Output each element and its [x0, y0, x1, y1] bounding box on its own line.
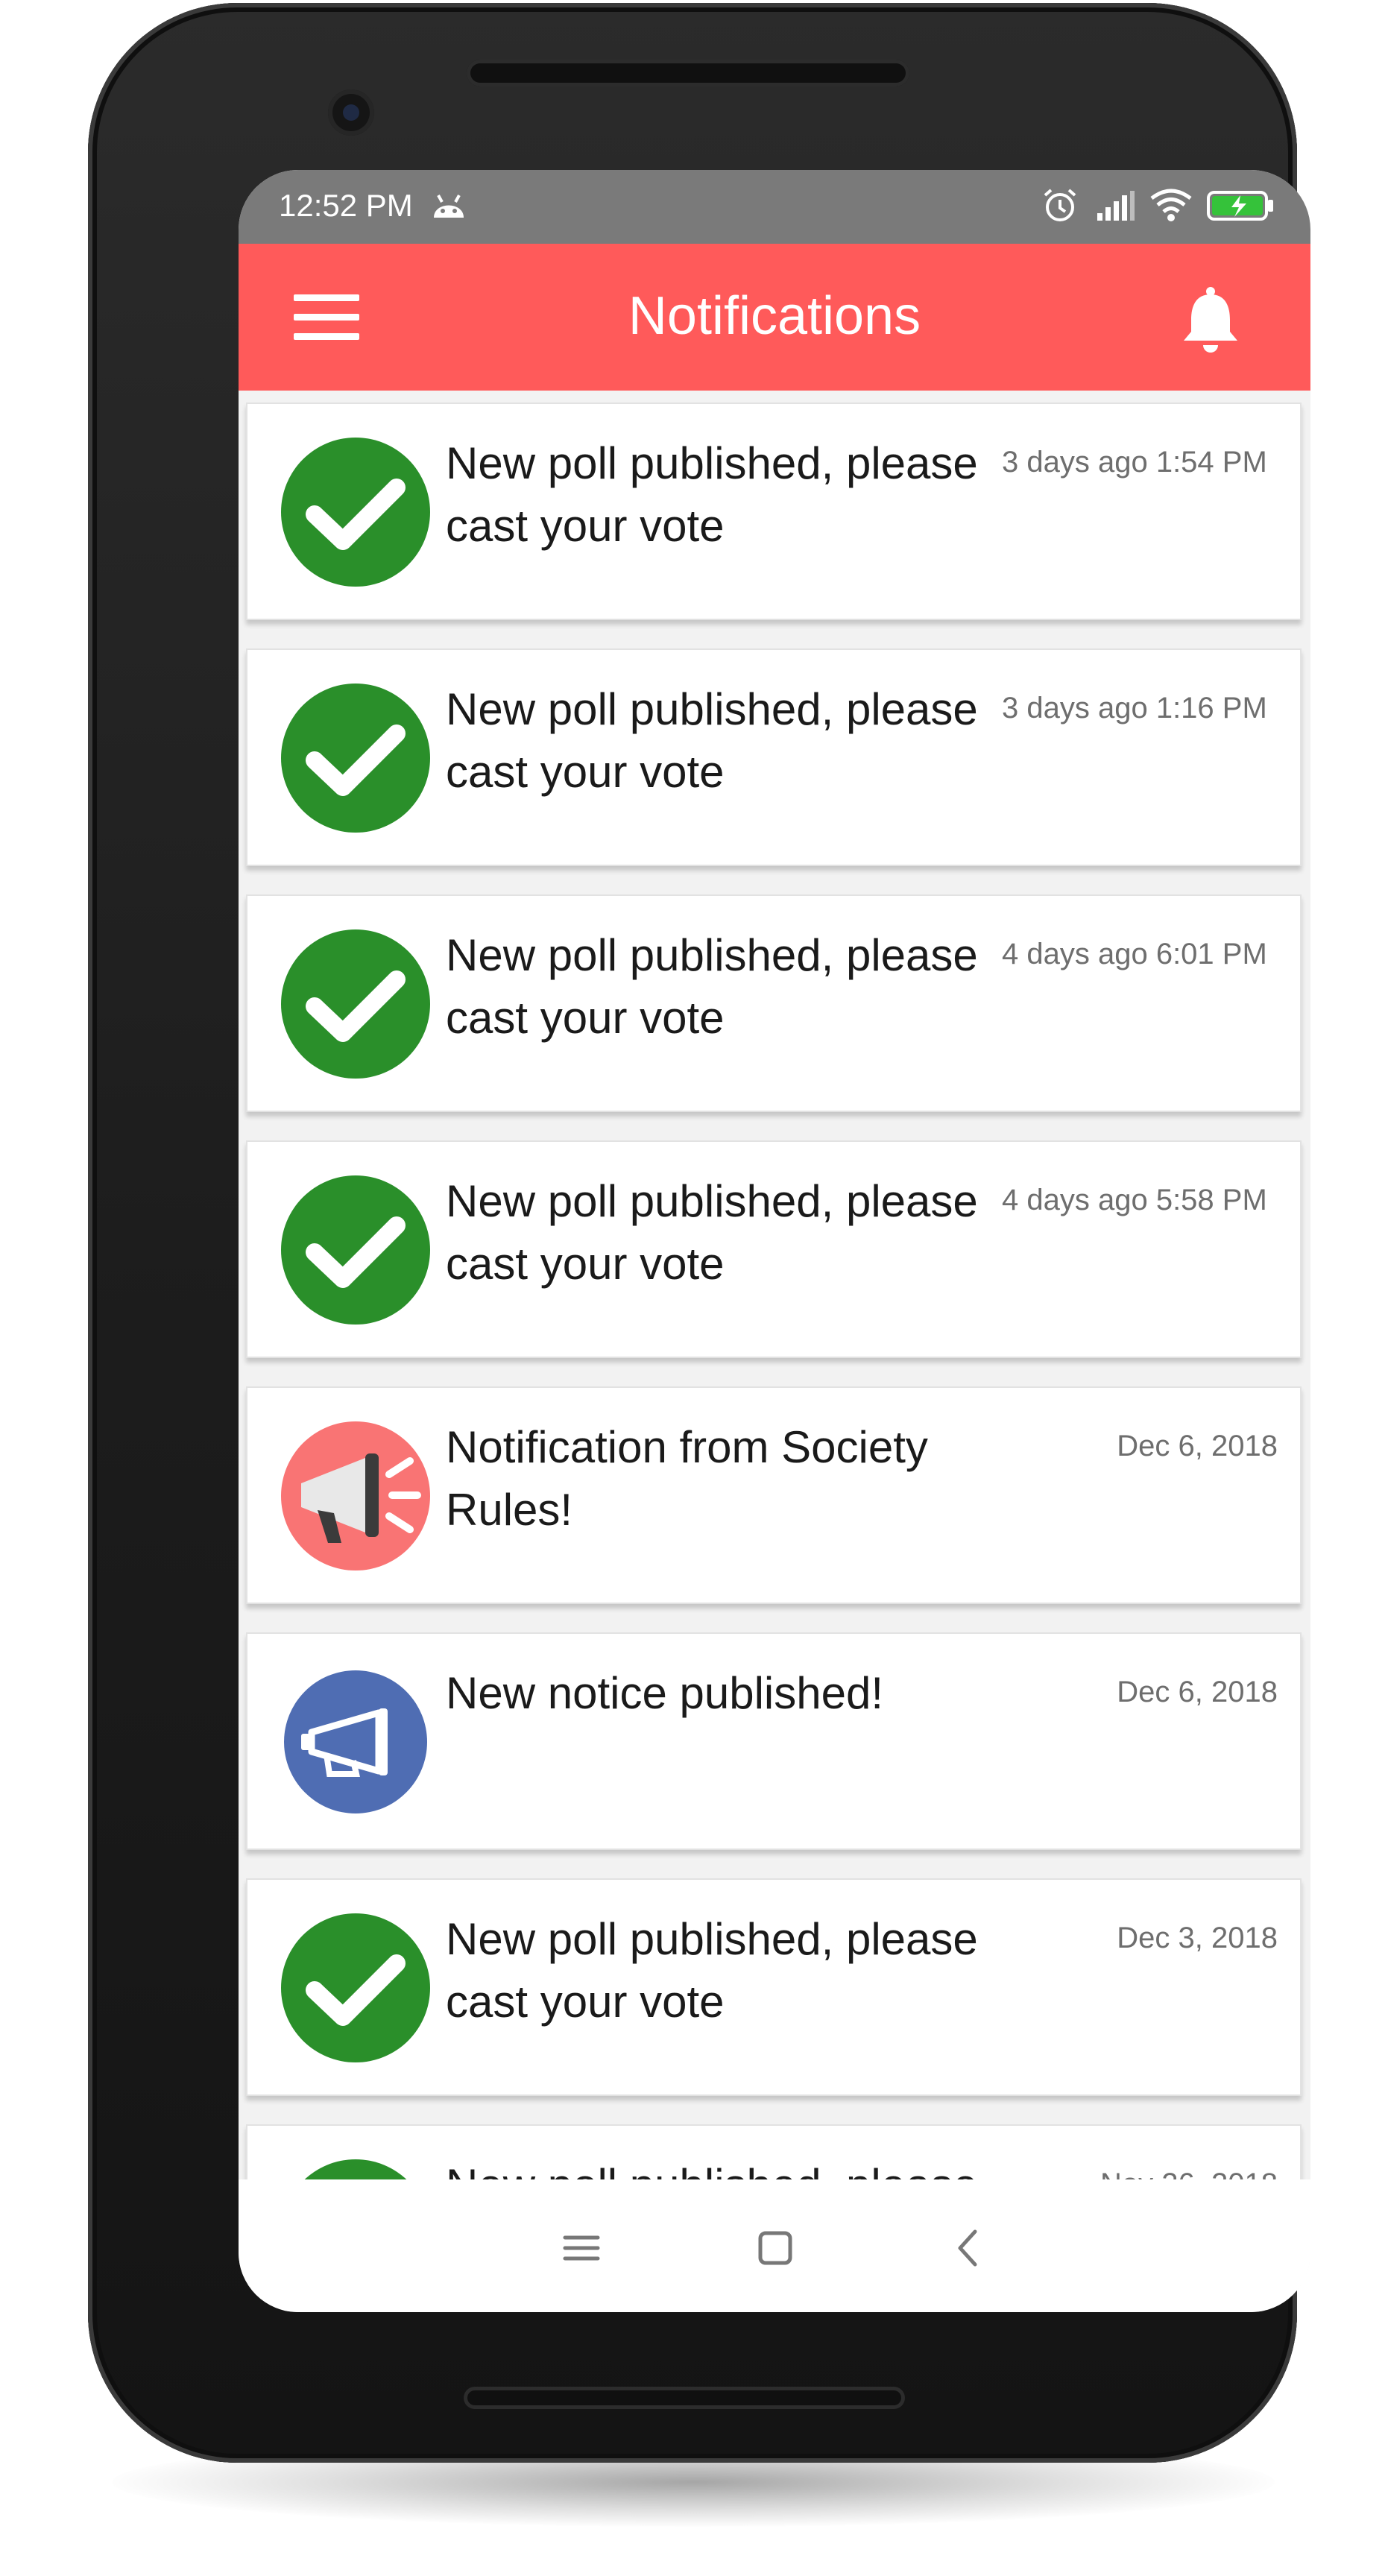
notification-message: New poll published, please — [446, 2154, 1057, 2179]
notification-time: Dec 6, 2018 — [1117, 1430, 1278, 1462]
check-circle-icon — [304, 2159, 407, 2179]
back-chevron-icon[interactable] — [939, 2218, 999, 2278]
megaphone-icon — [281, 1421, 430, 1570]
notification-time: 3 days ago 1:54 PM — [1002, 446, 1267, 479]
status-time: 12:52 PM — [279, 188, 413, 223]
check-circle-icon — [281, 929, 430, 1079]
wifi-icon — [1150, 189, 1192, 221]
notification-card[interactable]: Notification from Society Rules! Dec 6, … — [246, 1386, 1302, 1604]
phone-frame: 12:52 PM Notifications New poll publishe… — [88, 3, 1310, 2463]
page-title: Notifications — [628, 286, 921, 346]
front-camera — [328, 89, 374, 136]
notification-time: Dec 6, 2018 — [1117, 1676, 1278, 1708]
notification-list[interactable]: New poll published, please cast your vot… — [239, 391, 1310, 2179]
navigation-bar — [239, 2179, 1310, 2312]
notification-message: New poll published, please cast your vot… — [446, 684, 978, 797]
android-debug-icon — [434, 195, 464, 218]
notification-message: Notification from Society Rules! — [446, 1422, 928, 1535]
notification-card[interactable]: New poll published, please cast your vot… — [246, 648, 1302, 866]
bullhorn-icon — [284, 1670, 427, 1813]
home-square-icon[interactable] — [745, 2218, 805, 2278]
recents-menu-icon[interactable] — [552, 2218, 611, 2278]
notification-card[interactable]: New poll published, please Nov 26, 2018 — [246, 2124, 1302, 2179]
notification-time: 4 days ago 6:01 PM — [1002, 938, 1267, 970]
notification-card[interactable]: New poll published, please cast your vot… — [246, 894, 1302, 1112]
check-circle-icon — [281, 1175, 430, 1325]
app-bar: Notifications — [239, 244, 1310, 391]
notification-message: New poll published, please cast your vot… — [446, 930, 978, 1043]
notification-card[interactable]: New poll published, please cast your vot… — [246, 402, 1302, 620]
status-bar: 12:52 PM — [239, 170, 1310, 244]
bottom-speaker — [464, 2387, 905, 2409]
notification-time: 4 days ago 5:58 PM — [1002, 1184, 1267, 1216]
notification-time: 3 days ago 1:16 PM — [1002, 692, 1267, 724]
battery-charging-icon — [1207, 191, 1273, 221]
notification-message: New notice published! — [446, 1668, 884, 1718]
notification-card[interactable]: New notice published! Dec 6, 2018 — [246, 1632, 1302, 1850]
notification-time: Dec 3, 2018 — [1117, 1922, 1278, 1954]
top-speaker — [467, 60, 909, 86]
notification-card[interactable]: New poll published, please cast your vot… — [246, 1878, 1302, 2096]
bell-icon[interactable] — [1181, 285, 1240, 354]
notification-message: New poll published, please cast your vot… — [446, 1914, 978, 2027]
notification-message: New poll published, please cast your vot… — [446, 1176, 978, 1289]
phone-screen: 12:52 PM Notifications New poll publishe… — [239, 170, 1310, 2312]
check-circle-icon — [281, 1913, 430, 2062]
notification-card[interactable]: New poll published, please cast your vot… — [246, 1140, 1302, 1358]
alarm-icon — [1044, 189, 1076, 221]
check-circle-icon — [281, 438, 430, 587]
notification-message: New poll published, please cast your vot… — [446, 438, 978, 551]
check-circle-icon — [281, 684, 430, 833]
notification-time: Nov 26, 2018 — [1054, 2165, 1278, 2179]
signal-icon — [1097, 191, 1135, 221]
